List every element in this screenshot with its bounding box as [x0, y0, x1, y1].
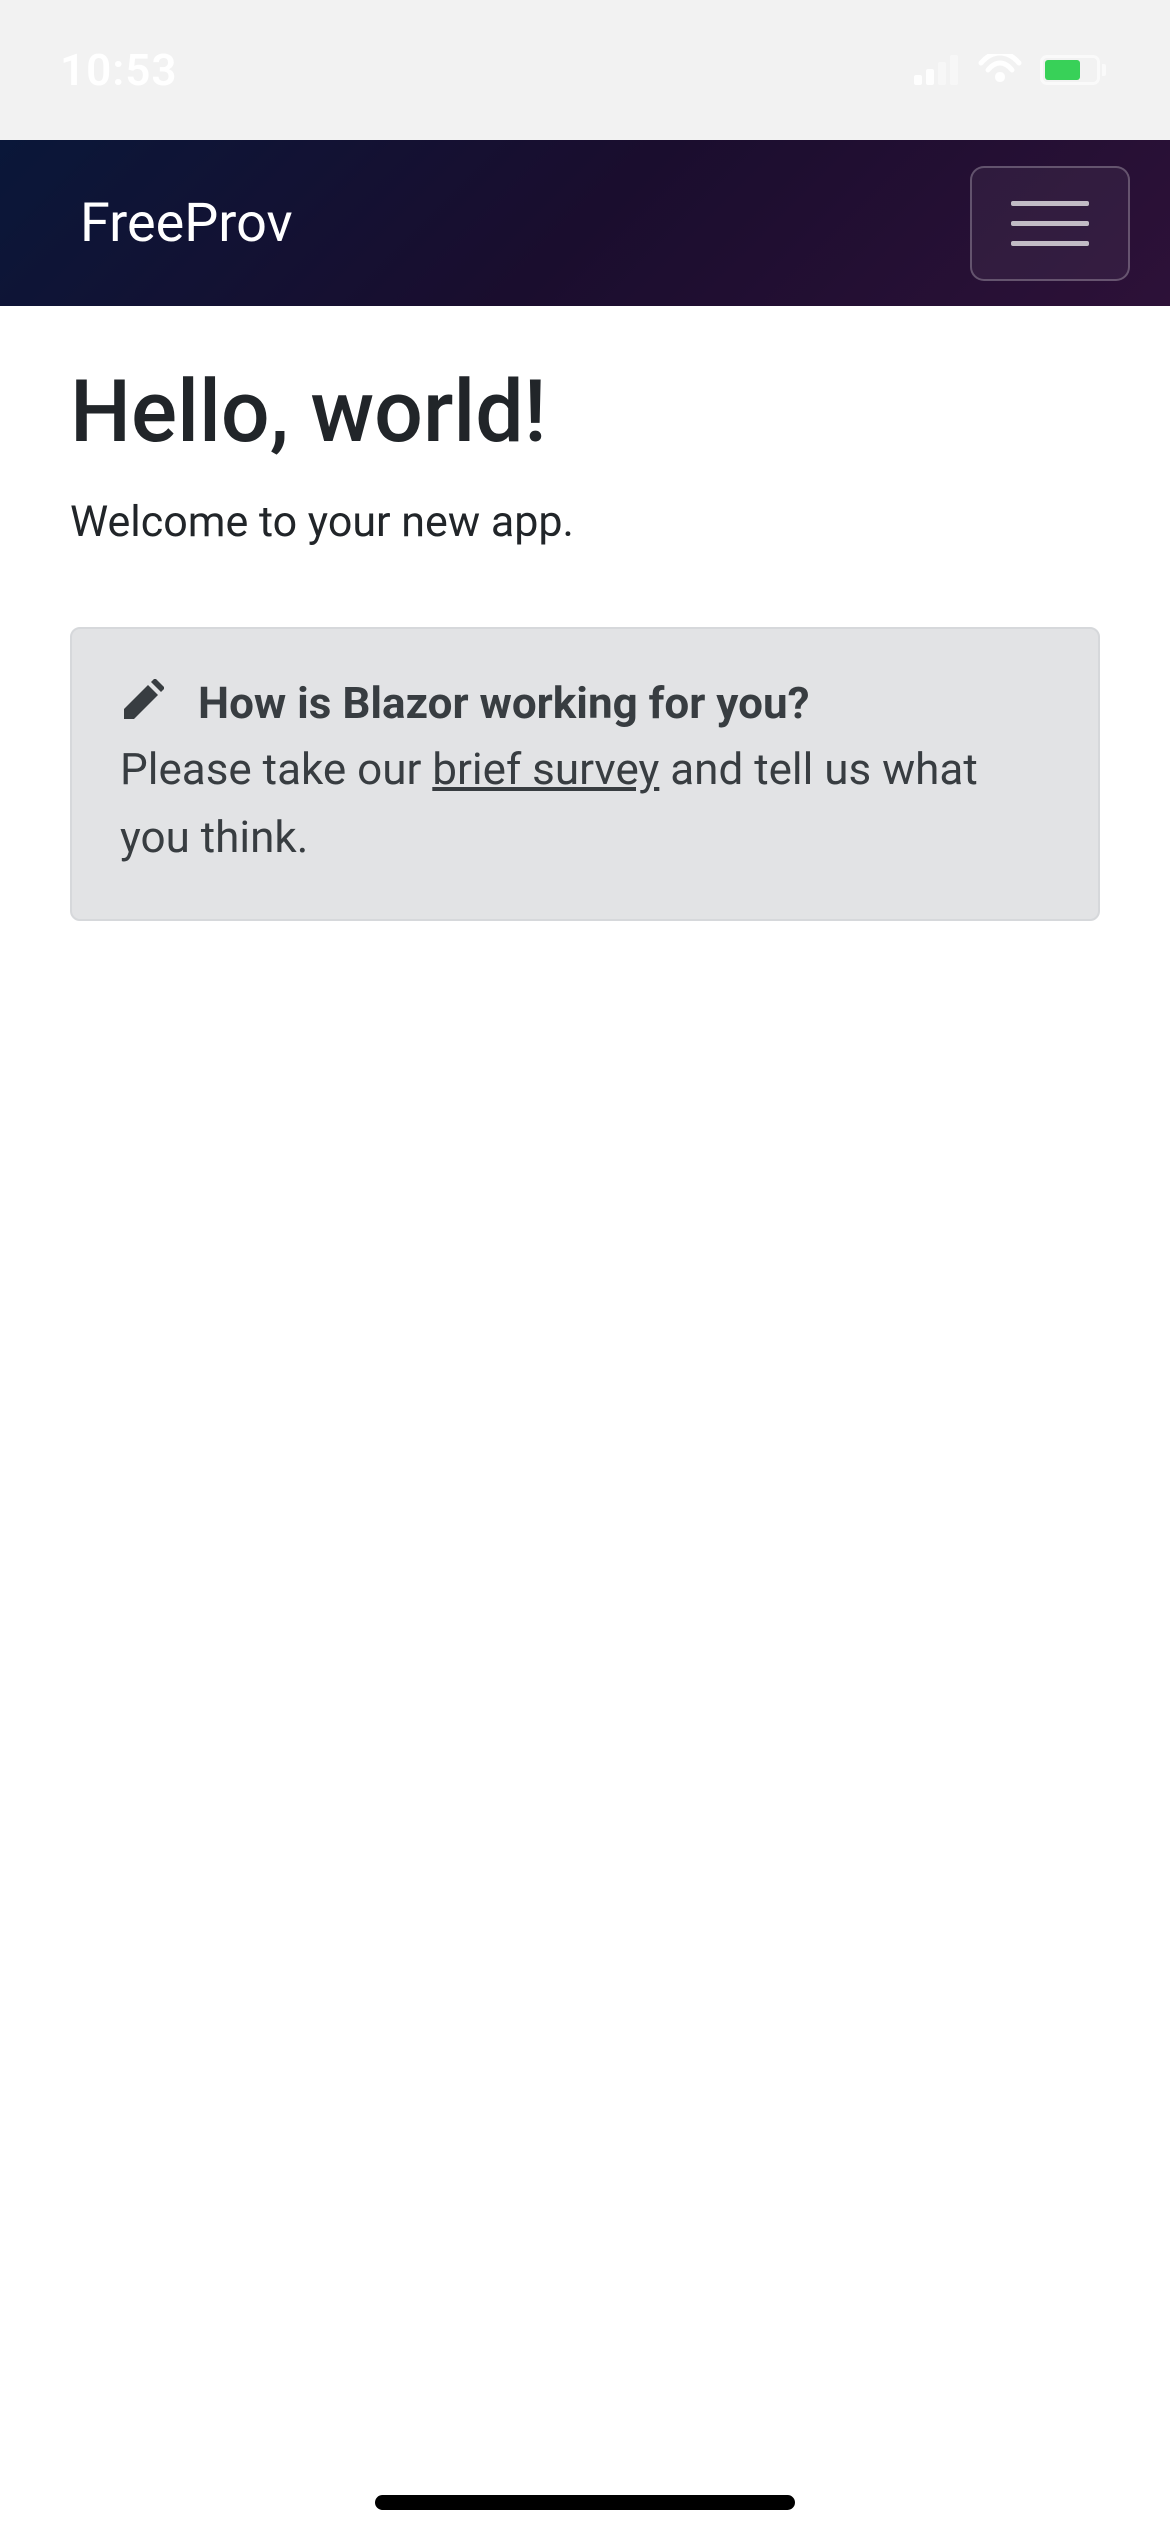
alert-title: How is Blazor working for you?: [198, 677, 810, 729]
status-bar: 10:53: [0, 0, 1170, 140]
wifi-icon: [978, 54, 1022, 86]
cellular-signal-icon: [914, 55, 960, 85]
survey-link[interactable]: brief survey: [432, 743, 659, 795]
alert-body: Please take our brief survey and tell us…: [120, 735, 1050, 871]
home-indicator[interactable]: [375, 2495, 795, 2510]
page-subtitle: Welcome to your new app.: [70, 497, 1100, 547]
battery-charging-icon: [1040, 54, 1110, 86]
hamburger-icon: [1011, 241, 1089, 246]
alert-heading: How is Blazor working for you?: [120, 677, 1050, 729]
nav-bar: FreeProv: [0, 140, 1170, 306]
status-time: 10:53: [60, 44, 178, 96]
pencil-icon: [120, 679, 164, 727]
nav-toggle-button[interactable]: [970, 166, 1130, 281]
hamburger-icon: [1011, 221, 1089, 226]
nav-brand[interactable]: FreeProv: [80, 192, 293, 255]
page-title: Hello, world!: [70, 361, 1100, 462]
main-content: Hello, world! Welcome to your new app. H…: [0, 306, 1170, 976]
hamburger-icon: [1011, 201, 1089, 206]
status-icons: [914, 54, 1110, 86]
alert-body-before: Please take our: [120, 743, 432, 795]
survey-alert: How is Blazor working for you? Please ta…: [70, 627, 1100, 921]
